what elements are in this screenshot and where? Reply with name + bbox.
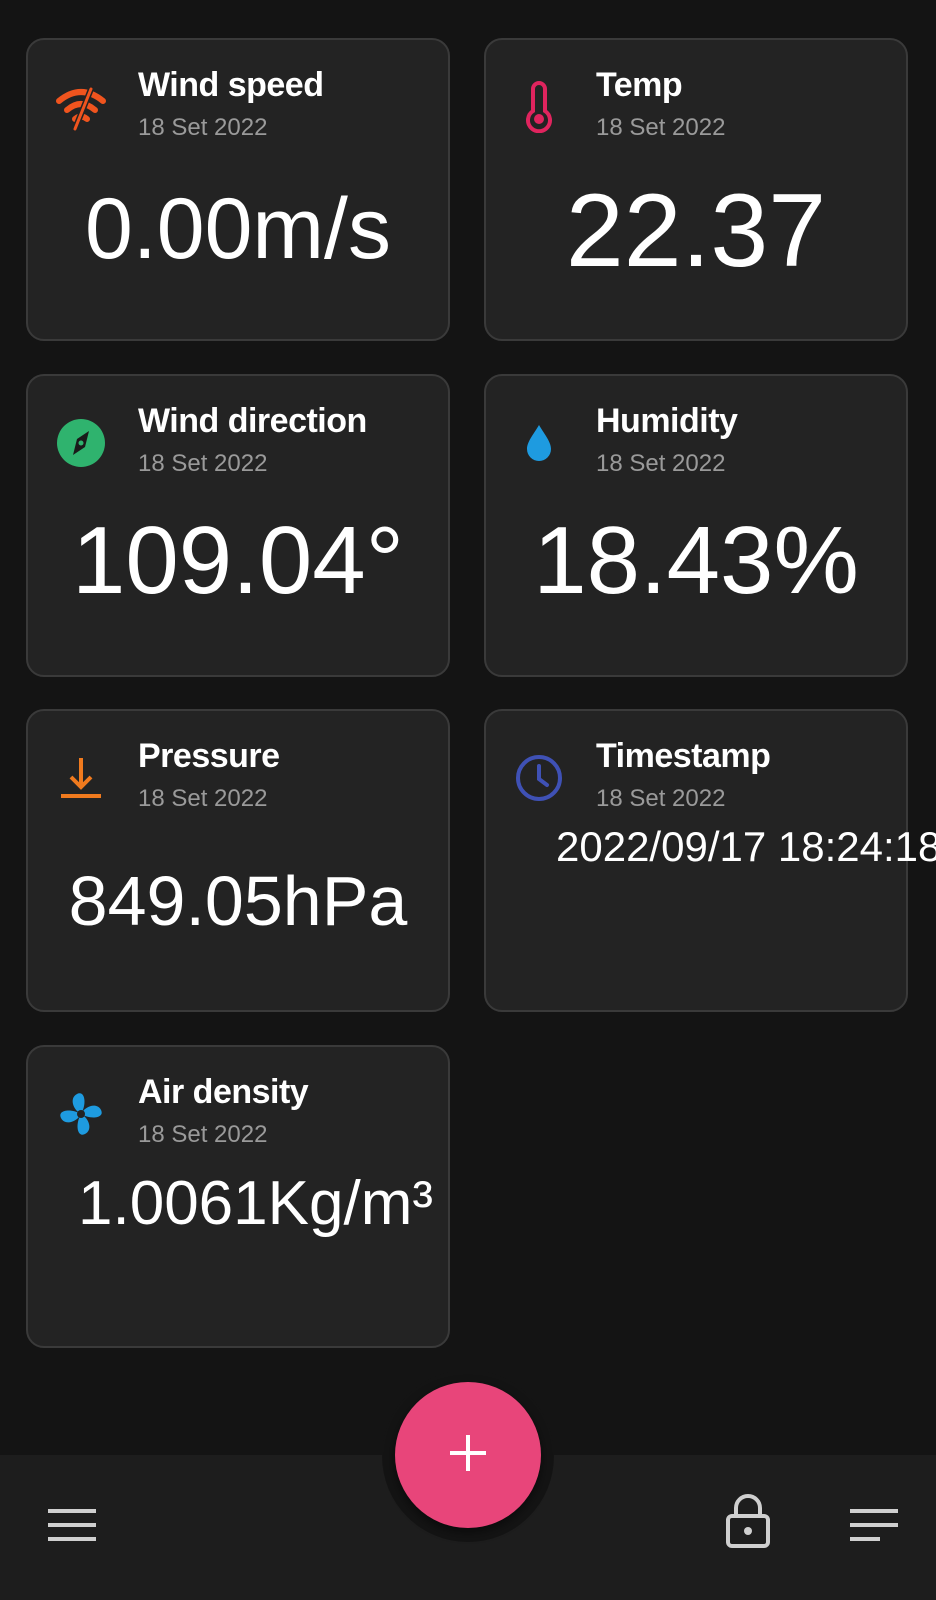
wifi-off-icon: [54, 80, 108, 134]
card-title: Air density: [138, 1073, 309, 1111]
compass-icon: [54, 416, 108, 470]
card-title: Wind direction: [138, 402, 367, 440]
card-date: 18 Set 2022: [596, 114, 726, 141]
sort-button[interactable]: [842, 1495, 906, 1559]
card-temp[interactable]: Temp 18 Set 2022 22.37: [484, 38, 908, 341]
hamburger-menu-icon: [46, 1505, 98, 1550]
water-drop-icon: [512, 416, 566, 470]
card-date: 18 Set 2022: [138, 785, 268, 812]
card-value: 0.00m/s: [85, 181, 391, 277]
card-title: Humidity: [596, 402, 738, 440]
card-value: 22.37: [565, 173, 827, 289]
arrow-down-to-line-icon: [54, 751, 108, 805]
add-button[interactable]: [395, 1382, 541, 1528]
card-date: 18 Set 2022: [596, 785, 726, 812]
card-date: 18 Set 2022: [138, 450, 268, 477]
card-wind-speed[interactable]: Wind speed 18 Set 2022 0.00m/s: [26, 38, 450, 341]
card-title: Timestamp: [596, 737, 771, 775]
card-value: 18.43%: [533, 507, 859, 614]
card-title: Pressure: [138, 737, 280, 775]
card-value: 1.0061Kg/m³: [78, 1169, 433, 1238]
card-date: 18 Set 2022: [596, 450, 726, 477]
card-value: 109.04°: [71, 507, 404, 614]
card-timestamp[interactable]: Timestamp 18 Set 2022 2022/09/17 18:24:1…: [484, 709, 936, 1012]
clock-icon: [512, 751, 566, 805]
card-wind-direction[interactable]: Wind direction 18 Set 2022 109.04°: [26, 374, 450, 677]
card-value: 2022/09/17 18:24:18: [556, 823, 936, 870]
menu-button[interactable]: [40, 1495, 104, 1559]
card-air-density[interactable]: Air density 18 Set 2022 1.0061Kg/m³: [26, 1045, 450, 1348]
card-pressure[interactable]: Pressure 18 Set 2022 849.05hPa: [26, 709, 450, 1012]
card-date: 18 Set 2022: [138, 114, 268, 141]
card-humidity[interactable]: Humidity 18 Set 2022 18.43%: [484, 374, 908, 677]
plus-icon: [446, 1431, 490, 1480]
card-date: 18 Set 2022: [138, 1121, 268, 1148]
lock-button[interactable]: [716, 1490, 780, 1554]
fan-icon: [54, 1087, 108, 1141]
dashboard-screen: Wind speed 18 Set 2022 0.00m/s Temp 18 S…: [0, 0, 936, 1600]
card-title: Wind speed: [138, 66, 324, 104]
card-value: 849.05hPa: [68, 862, 408, 940]
card-title: Temp: [596, 66, 683, 104]
lock-icon: [724, 1490, 772, 1555]
thermometer-icon: [512, 80, 566, 134]
sort-lines-icon: [848, 1505, 900, 1550]
